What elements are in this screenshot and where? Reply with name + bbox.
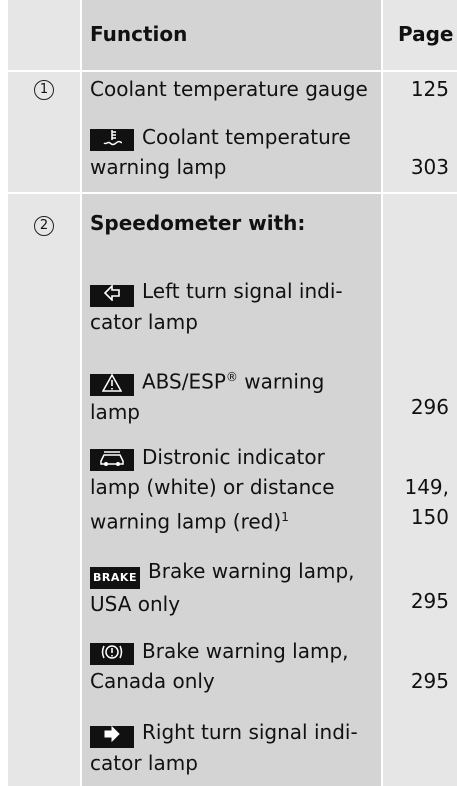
function-table: Function Page 1 Coolant temperature gaug…: [8, 0, 457, 786]
header-function: Function: [90, 22, 188, 46]
brake-text-icon: BRAKE: [90, 567, 140, 589]
row-number-2: 2: [34, 213, 54, 236]
row2-item5: Brake warning lamp, Canada only: [90, 636, 380, 696]
row2-item3-page-line2: 150: [410, 505, 449, 529]
row2-title: Speedometer with:: [90, 211, 306, 235]
row1-item2: Coolant temperature warning lamp: [90, 122, 380, 182]
row-number-1: 1: [34, 77, 54, 100]
right-turn-icon: [90, 725, 134, 748]
row1-item2-page: 303: [410, 155, 449, 179]
circled-number: 1: [34, 80, 54, 100]
row2-item6-text-line1: Right turn signal indi-: [142, 720, 358, 744]
left-turn-icon: [90, 284, 134, 307]
brake-circle-icon: [90, 643, 134, 665]
row2-item6-text-line2: cator lamp: [90, 751, 198, 775]
row1-item2-text-line1: Coolant temperature: [142, 125, 351, 149]
row2-item3-text-line2: lamp (white) or distance: [90, 475, 335, 499]
distronic-car-icon: [90, 449, 134, 471]
row2-item1: Left turn signal indi- cator lamp: [90, 276, 380, 337]
row2-item2-text-line1: ABS/ESP: [142, 369, 226, 394]
registered-mark: ®: [225, 370, 238, 384]
row1-item1-page: 125: [410, 77, 449, 101]
coolant-icon: [90, 129, 134, 151]
header-page: Page: [398, 22, 454, 46]
row2-item4-text-line1: Brake warning lamp,: [148, 559, 355, 583]
row2-item2-text-line2: lamp: [90, 399, 140, 424]
row-divider: [8, 192, 457, 194]
footnote-mark: 1: [281, 510, 289, 524]
row2-item1-text-line1: Left turn signal indi-: [142, 279, 343, 303]
row2-item5-text-line1: Brake warning lamp,: [142, 639, 349, 663]
warning-triangle-icon: [90, 373, 134, 396]
row2-item5-page: 295: [410, 669, 449, 693]
row1-item2-text-line2: warning lamp: [90, 155, 227, 179]
row2-item2: ABS/ESP® warning lamp: [90, 362, 380, 427]
row2-item3: Distronic indicator lamp (white) or dist…: [90, 442, 380, 537]
row2-item1-text-line2: cator lamp: [90, 310, 198, 334]
row2-item3-text-line1: Distronic indicator: [142, 445, 325, 469]
row2-item4-page: 295: [410, 589, 449, 613]
number-column: [8, 0, 80, 786]
row2-item6: Right turn signal indi- cator lamp: [90, 717, 380, 778]
row2-item2-page: 296: [410, 395, 449, 419]
row-divider: [8, 70, 457, 72]
row1-item1-text: Coolant temperature gauge: [90, 77, 368, 101]
row2-item4: BRAKE Brake warning lamp, USA only: [90, 556, 380, 619]
row2-item2-text-line1-tail: warning: [237, 369, 325, 394]
circled-number: 2: [34, 216, 54, 236]
row2-item3-page-line1: 149,: [404, 475, 449, 499]
row2-item4-text-line2: USA only: [90, 592, 181, 616]
column-divider: [80, 0, 82, 786]
row2-item3-text-line3: warning lamp (red): [90, 509, 282, 534]
row2-item5-text-line2: Canada only: [90, 669, 215, 693]
page: Function Page 1 Coolant temperature gaug…: [0, 0, 457, 786]
